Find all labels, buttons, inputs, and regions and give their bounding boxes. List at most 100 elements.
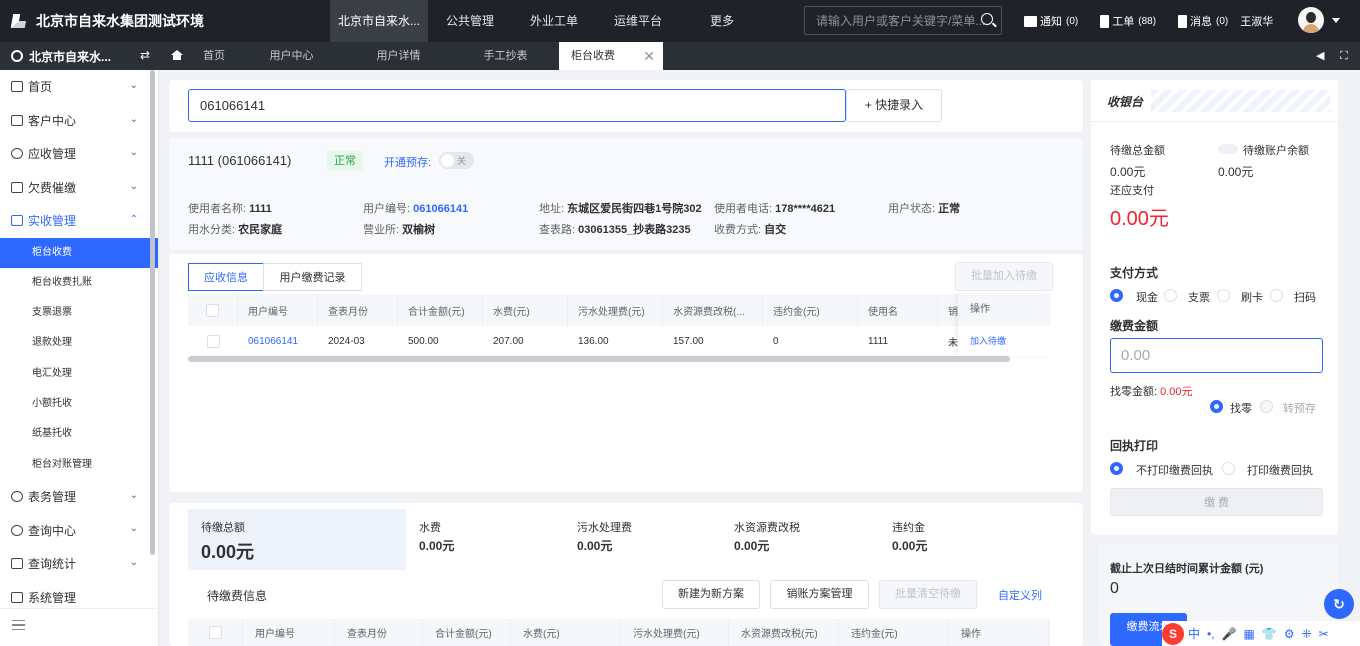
column-header[interactable]: 操作 xyxy=(949,619,1049,646)
user-id-link[interactable]: 061066141 xyxy=(413,203,468,215)
sidebar-item-customer[interactable]: 客户中心 ⌄ xyxy=(0,104,158,138)
workorder-button[interactable]: 工单 (88) xyxy=(1100,13,1156,29)
custom-columns-link[interactable]: 自定义列 xyxy=(998,587,1042,603)
change-option-label[interactable]: 找零 xyxy=(1230,400,1252,416)
top-nav-item-field-work[interactable]: 外业工单 xyxy=(512,0,596,42)
quick-entry-button[interactable]: + 快捷录入 xyxy=(846,89,942,122)
apps-icon[interactable]: ⁜ xyxy=(1302,627,1312,641)
tab-home[interactable]: 首页 xyxy=(190,42,238,70)
pay-card-radio[interactable] xyxy=(1217,289,1230,302)
column-header[interactable]: 用户编号 xyxy=(243,619,335,646)
column-header[interactable]: 水资源费改税(元) xyxy=(729,619,839,646)
column-header[interactable]: 使用名 xyxy=(858,294,938,326)
ime-mode[interactable]: 中 xyxy=(1188,625,1200,642)
sidebar-subitem-counter-charge[interactable]: 柜台收费 xyxy=(0,237,158,268)
to-prepay-radio[interactable] xyxy=(1260,400,1273,413)
ime-logo-icon[interactable]: S xyxy=(1162,622,1184,645)
tab-user-detail[interactable]: 用户详情 xyxy=(345,42,452,70)
column-header[interactable]: 合计金额(元) xyxy=(398,294,483,326)
column-header[interactable]: 水费(元) xyxy=(483,294,568,326)
refresh-icon[interactable]: ↻ xyxy=(1324,589,1354,619)
sidebar-subitem-wire[interactable]: 电汇处理 xyxy=(0,359,158,389)
no-receipt-label[interactable]: 不打印缴费回执 xyxy=(1136,462,1213,478)
column-header[interactable]: 用户编号 xyxy=(238,294,318,326)
batch-clear-button[interactable]: 批量清空待缴 xyxy=(879,580,977,609)
column-header[interactable]: 违约金(元) xyxy=(763,294,858,326)
column-header[interactable]: 污水处理费(元) xyxy=(568,294,663,326)
column-header[interactable]: 水资源费改税(... xyxy=(663,294,763,326)
tab-counter-charge[interactable]: 柜台收费 ✕ xyxy=(559,42,663,70)
manage-plan-button[interactable]: 销账方案管理 xyxy=(770,580,869,609)
fullscreen-icon[interactable]: ⛶ xyxy=(1340,50,1352,62)
org-switcher[interactable]: 北京市自来水... xyxy=(0,48,160,65)
tab-user-center[interactable]: 用户中心 xyxy=(238,42,345,70)
pay-scan-radio[interactable] xyxy=(1270,289,1283,302)
avatar[interactable] xyxy=(1298,7,1324,33)
user-search-input[interactable]: 061066141 xyxy=(188,89,846,122)
no-receipt-radio[interactable] xyxy=(1110,462,1123,475)
sidebar-item-query[interactable]: 查询中心 ⌄ xyxy=(0,513,158,547)
sidebar-subitem-refund[interactable]: 退款处理 xyxy=(0,328,158,358)
sidebar-item-receivable[interactable]: 应收管理 ⌄ xyxy=(0,137,158,171)
tab-manual-reading[interactable]: 手工抄表 xyxy=(452,42,559,70)
top-nav-item-ops[interactable]: 运维平台 xyxy=(596,0,680,42)
pay-cash-radio[interactable] xyxy=(1110,289,1123,302)
mute-icon[interactable]: ◀ xyxy=(1316,50,1328,62)
pay-button[interactable]: 缴 费 xyxy=(1110,488,1323,516)
column-header[interactable]: 查表月份 xyxy=(335,619,423,646)
column-header[interactable]: 查表月份 xyxy=(318,294,398,326)
pay-check-radio[interactable] xyxy=(1164,289,1177,302)
prepay-toggle[interactable]: 关 xyxy=(439,152,474,169)
balance-toggle[interactable] xyxy=(1218,144,1238,154)
app-brand[interactable]: 北京市自来水集团测试环境 xyxy=(0,11,330,31)
ime-punct-icon[interactable]: •, xyxy=(1207,627,1215,641)
select-all-checkbox[interactable] xyxy=(206,303,219,317)
change-radio[interactable] xyxy=(1210,400,1223,413)
keyboard-icon[interactable]: ▦ xyxy=(1244,627,1255,641)
pay-check-label[interactable]: 支票 xyxy=(1188,289,1210,305)
fee-amount-input[interactable]: 0.00 xyxy=(1110,338,1323,373)
pay-scan-label[interactable]: 扫码 xyxy=(1294,289,1316,305)
column-header[interactable]: 合计金额(元) xyxy=(423,619,511,646)
pay-cash-label[interactable]: 现金 xyxy=(1136,289,1158,305)
batch-add-button[interactable]: 批量加入待缴 xyxy=(955,262,1053,291)
search-icon[interactable] xyxy=(981,13,993,25)
top-nav-item-public[interactable]: 公共管理 xyxy=(428,0,512,42)
sidebar-subitem-counter-settle[interactable]: 柜台收费扎账 xyxy=(0,268,158,298)
home-icon[interactable] xyxy=(171,50,183,60)
skin-icon[interactable]: 👕 xyxy=(1262,627,1277,641)
top-nav-item-company[interactable]: 北京市自来水... xyxy=(330,0,429,42)
new-plan-button[interactable]: 新建为新方案 xyxy=(662,580,760,609)
table-cell-user-id[interactable]: 061066141 xyxy=(238,326,318,356)
print-receipt-radio[interactable] xyxy=(1222,462,1235,475)
column-header[interactable]: 污水处理费(元) xyxy=(621,619,729,646)
swap-icon[interactable]: ⇄ xyxy=(140,49,152,61)
select-all-checkbox[interactable] xyxy=(208,626,222,639)
sidebar-item-meter[interactable]: 表务管理 ⌄ xyxy=(0,480,158,514)
sidebar-subitem-check-refund[interactable]: 支票退票 xyxy=(0,298,158,328)
pay-card-label[interactable]: 刷卡 xyxy=(1241,289,1263,305)
sidebar-subitem-paper-collection[interactable]: 纸基托收 xyxy=(0,419,158,449)
scissors-icon[interactable]: ✂ xyxy=(1319,627,1329,641)
print-receipt-label[interactable]: 打印缴费回执 xyxy=(1247,462,1313,478)
sidebar-item-collection[interactable]: 实收管理 ⌃ xyxy=(0,204,158,238)
message-button[interactable]: 消息 (0) xyxy=(1178,13,1228,29)
notice-button[interactable]: 通知 (0) xyxy=(1024,13,1078,29)
toolbox-icon[interactable]: ⚙ xyxy=(1284,627,1295,641)
sidebar-item-home[interactable]: 首页 ⌄ xyxy=(0,70,158,104)
close-icon[interactable]: ✕ xyxy=(643,42,655,70)
user-name[interactable]: 王淑华 xyxy=(1240,13,1273,29)
add-pending-link[interactable]: 加入待缴 xyxy=(958,326,1051,356)
sidebar-item-stats[interactable]: 查询统计 ⌄ xyxy=(0,547,158,581)
chevron-down-icon[interactable] xyxy=(1332,18,1340,23)
to-prepay-label[interactable]: 转预存 xyxy=(1283,400,1316,416)
sidebar-item-arrears[interactable]: 欠费催缴 ⌄ xyxy=(0,171,158,205)
table-horizontal-scrollbar[interactable] xyxy=(188,356,1010,362)
column-header[interactable]: 水费(元) xyxy=(511,619,621,646)
row-checkbox[interactable] xyxy=(206,334,220,348)
tab-receivable-info[interactable]: 应收信息 xyxy=(188,263,264,291)
tab-payment-records[interactable]: 用户缴费记录 xyxy=(263,263,362,291)
sidebar-subitem-counter-reconcile[interactable]: 柜台对账管理 xyxy=(0,450,158,480)
sidebar-subitem-small-collection[interactable]: 小额托收 xyxy=(0,389,158,419)
global-search-input[interactable]: 请输入用户或客户关键字/菜单... xyxy=(804,6,1002,35)
